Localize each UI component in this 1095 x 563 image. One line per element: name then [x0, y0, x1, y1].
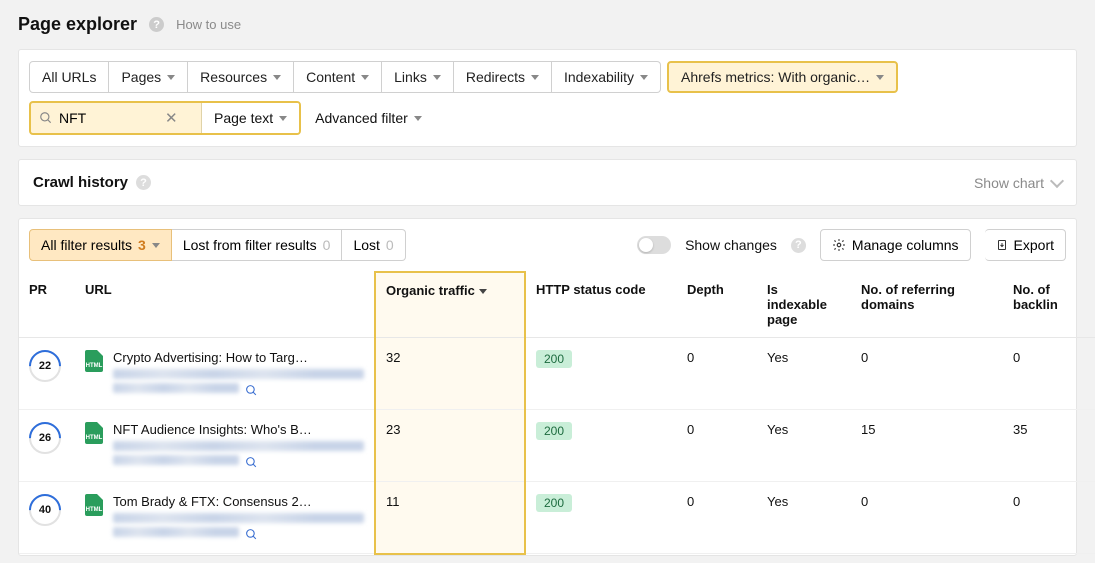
table-row: 26 NFT Audience Insights: Who's B… 23 20… [19, 410, 1095, 482]
caret-down-icon [433, 75, 441, 80]
search-row: ✕ Page text Advanced filter [29, 101, 1066, 135]
export-icon [996, 238, 1008, 252]
lost-button[interactable]: Lost 0 [342, 229, 405, 261]
filter-all-urls[interactable]: All URLs [29, 61, 109, 93]
page-title: Page explorer [18, 14, 137, 35]
filter-links[interactable]: Links [382, 61, 454, 93]
caret-down-icon [531, 75, 539, 80]
show-changes-toggle[interactable] [637, 236, 671, 254]
cell-indexable: Yes [757, 482, 851, 554]
filter-pages[interactable]: Pages [109, 61, 188, 93]
http-status-badge: 200 [536, 422, 572, 440]
filter-resources[interactable]: Resources [188, 61, 294, 93]
filter-redirects[interactable]: Redirects [454, 61, 552, 93]
col-depth[interactable]: Depth [677, 272, 757, 338]
results-toolbar: All filter results 3 Lost from filter re… [19, 219, 1076, 271]
cell-organic-traffic: 11 [375, 482, 525, 554]
pr-badge: 26 [29, 422, 61, 454]
lost-from-filter-button[interactable]: Lost from filter results 0 [172, 229, 343, 261]
pr-badge: 40 [29, 494, 61, 526]
col-url[interactable]: URL [75, 272, 375, 338]
crawl-history-title: Crawl history [33, 174, 128, 191]
pr-badge: 22 [29, 350, 61, 382]
chevron-down-icon [1050, 173, 1064, 187]
filter-ahrefs-metrics[interactable]: Ahrefs metrics: With organic… [667, 61, 898, 93]
results-panel: All filter results 3 Lost from filter re… [18, 218, 1077, 556]
filter-indexability[interactable]: Indexability [552, 61, 661, 93]
cell-backlinks: 0 [1003, 482, 1095, 554]
page-title-link[interactable]: Crypto Advertising: How to Targ… [113, 350, 364, 365]
inspect-icon[interactable] [245, 456, 258, 469]
results-table: PR URL Organic traffic HTTP status code … [19, 271, 1095, 555]
cell-organic-traffic: 23 [375, 410, 525, 482]
page-header: Page explorer ? How to use [0, 0, 1095, 43]
redacted-text [113, 455, 239, 465]
table-row: 40 Tom Brady & FTX: Consensus 2… 11 200 … [19, 482, 1095, 554]
caret-down-icon [414, 116, 422, 121]
table-row: 22 Crypto Advertising: How to Targ… 32 2… [19, 338, 1095, 410]
col-backlinks[interactable]: No. of backlin [1003, 272, 1095, 338]
filter-row: All URLs Pages Resources Content Links R… [29, 61, 1066, 93]
result-filter-group: All filter results 3 Lost from filter re… [29, 229, 406, 261]
search-wrap: ✕ Page text [29, 101, 301, 135]
col-ref-domains[interactable]: No. of referring domains [851, 272, 1003, 338]
filters-panel: All URLs Pages Resources Content Links R… [18, 49, 1077, 147]
all-filter-results-button[interactable]: All filter results 3 [29, 229, 172, 261]
crawl-history-panel: Crawl history ? Show chart [18, 159, 1077, 206]
cell-ref-domains: 0 [851, 482, 1003, 554]
inspect-icon[interactable] [245, 384, 258, 397]
cell-ref-domains: 15 [851, 410, 1003, 482]
advanced-filter-link[interactable]: Advanced filter [315, 110, 422, 126]
cell-indexable: Yes [757, 410, 851, 482]
page-title-link[interactable]: Tom Brady & FTX: Consensus 2… [113, 494, 364, 509]
html-file-icon [85, 350, 103, 372]
sort-desc-icon [479, 289, 487, 294]
caret-down-icon [273, 75, 281, 80]
search-icon [39, 111, 53, 125]
redacted-text [113, 383, 239, 393]
col-indexable[interactable]: Is indexable page [757, 272, 851, 338]
cell-depth: 0 [677, 482, 757, 554]
redacted-text [113, 441, 364, 451]
col-http-status[interactable]: HTTP status code [525, 272, 677, 338]
caret-down-icon [279, 116, 287, 121]
redacted-text [113, 369, 364, 379]
html-file-icon [85, 494, 103, 516]
clear-search-icon[interactable]: ✕ [165, 109, 178, 127]
redacted-text [113, 527, 239, 537]
cell-backlinks: 0 [1003, 338, 1095, 410]
info-icon[interactable]: ? [136, 175, 151, 190]
export-button[interactable]: Export [985, 229, 1066, 261]
caret-down-icon [167, 75, 175, 80]
show-chart-toggle[interactable]: Show chart [974, 175, 1062, 191]
col-pr[interactable]: PR [19, 272, 75, 338]
show-changes-label: Show changes [685, 237, 777, 253]
cell-backlinks: 35 [1003, 410, 1095, 482]
caret-down-icon [640, 75, 648, 80]
cell-organic-traffic: 32 [375, 338, 525, 410]
help-icon[interactable]: ? [149, 17, 164, 32]
how-to-use-link[interactable]: How to use [176, 17, 241, 32]
info-icon[interactable]: ? [791, 238, 806, 253]
redacted-text [113, 513, 364, 523]
caret-down-icon [152, 243, 160, 248]
cell-indexable: Yes [757, 338, 851, 410]
cell-depth: 0 [677, 410, 757, 482]
search-input[interactable] [59, 110, 159, 126]
http-status-badge: 200 [536, 350, 572, 368]
search-scope-select[interactable]: Page text [201, 103, 299, 133]
gear-icon [832, 238, 846, 252]
cell-ref-domains: 0 [851, 338, 1003, 410]
html-file-icon [85, 422, 103, 444]
caret-down-icon [876, 75, 884, 80]
manage-columns-button[interactable]: Manage columns [820, 229, 971, 261]
col-organic-traffic[interactable]: Organic traffic [375, 272, 525, 338]
cell-depth: 0 [677, 338, 757, 410]
filter-content[interactable]: Content [294, 61, 382, 93]
http-status-badge: 200 [536, 494, 572, 512]
inspect-icon[interactable] [245, 528, 258, 541]
page-title-link[interactable]: NFT Audience Insights: Who's B… [113, 422, 364, 437]
caret-down-icon [361, 75, 369, 80]
